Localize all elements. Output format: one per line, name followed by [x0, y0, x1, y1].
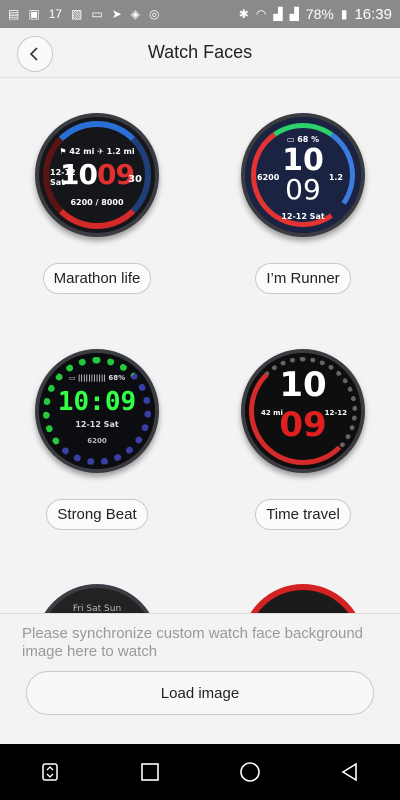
- system-nav-bar: [0, 744, 400, 800]
- watch-date-day: 12-12: [50, 168, 76, 177]
- image-icon: ▧: [71, 7, 83, 21]
- watch-face-label[interactable]: Strong Beat: [46, 499, 148, 530]
- watch-face-label[interactable]: I’m Runner: [255, 263, 351, 294]
- bluetooth-icon: ✱: [238, 7, 249, 21]
- status-icons-left: ▤ ▣ 17 ▧ ▭ ➤ ◈ ◎: [8, 8, 160, 20]
- status-bar: ▤ ▣ 17 ▧ ▭ ➤ ◈ ◎ ✱ ◠ ▟ ▟ 78% ▮ 16:39: [0, 0, 400, 28]
- watch-face-preview[interactable]: 10 09 42 mi 12-12: [241, 349, 365, 473]
- back-triangle-icon: [341, 762, 357, 782]
- watch-face-item[interactable]: ⚑ 42 mi ✈ 1.2 mi 1009 12-12 Sat 30 6200 /…: [7, 113, 187, 294]
- app-header: Watch Faces: [0, 28, 400, 78]
- watch-weekday-strip: Fri Sat Sun: [72, 604, 122, 613]
- watch-date: 12-12: [324, 409, 347, 417]
- watch-distance: 42 mi: [261, 409, 283, 417]
- watch-face-label[interactable]: Marathon life: [42, 263, 152, 294]
- watch-distance-line: ⚑ 42 mi ✈ 1.2 mi: [59, 147, 135, 156]
- status-clock: 16:39: [354, 5, 392, 23]
- wifi-icon: ◠: [255, 7, 267, 21]
- home-button[interactable]: [230, 752, 270, 792]
- watch-faces-grid[interactable]: ⚑ 42 mi ✈ 1.2 mi 1009 12-12 Sat 30 6200 /…: [0, 78, 400, 613]
- watch-face-preview-partial[interactable]: [241, 584, 365, 613]
- watch-steps: 6200 / 8000: [70, 198, 124, 207]
- sync-hint-text: Please synchronize custom watch face bac…: [22, 625, 364, 660]
- watch-face-item[interactable]: 10 09 42 mi 12-12 Time travel: [213, 349, 393, 530]
- watch-date: 12-12 Sat: [50, 168, 76, 188]
- watch-hour: 10: [279, 365, 327, 405]
- watch-steps: 6200: [87, 437, 107, 445]
- watch-face-item[interactable]: ▭ 68 % 10 09 6200 1.2 12-12 Sat I’m Runn…: [213, 113, 393, 294]
- home-square-icon: [141, 763, 159, 781]
- signal-icon: ▟: [273, 7, 283, 21]
- signal-icon-2: ▟: [289, 7, 299, 21]
- custom-background-panel: Please synchronize custom watch face bac…: [0, 613, 400, 744]
- back-nav-button[interactable]: [330, 752, 370, 792]
- watch-face-preview-partial[interactable]: Fri Sat Sun: [35, 584, 159, 613]
- watch-face-item[interactable]: ▭ ||||||||||| 68% 10:09 12-12 Sat 6200 S…: [7, 349, 187, 530]
- home-circle-icon: [240, 762, 260, 782]
- sync-icon: ◎: [149, 7, 160, 21]
- chevron-left-icon: [29, 47, 38, 61]
- gallery-icon: ▣: [28, 7, 40, 21]
- watch-face-preview[interactable]: ⚑ 42 mi ✈ 1.2 mi 1009 12-12 Sat 30 6200 /…: [35, 113, 159, 237]
- load-image-button[interactable]: Load image: [26, 671, 374, 715]
- cast-icon: ▭: [91, 7, 103, 21]
- message-icon: ▤: [8, 7, 20, 21]
- status-icons-right: ✱ ◠ ▟ ▟ 78% ▮ 16:39: [239, 6, 392, 23]
- back-button[interactable]: [17, 36, 53, 72]
- recent-apps-icon[interactable]: [30, 752, 70, 792]
- notification-count: 17: [48, 7, 63, 21]
- watch-time: 10:09: [57, 387, 137, 417]
- watch-date: 12-12 Sat: [75, 420, 119, 429]
- watch-battery: ▭ ||||||||||| 68%: [68, 374, 126, 382]
- watch-right-value: 1.2: [328, 173, 343, 182]
- watch-date: 12-12 Sat: [281, 212, 325, 221]
- page-title: Watch Faces: [147, 42, 253, 62]
- watch-face-preview[interactable]: ▭ 68 % 10 09 6200 1.2 12-12 Sat: [241, 113, 365, 237]
- watch-heart-rate: 30: [128, 174, 142, 185]
- recent-apps-glyph: [42, 763, 58, 781]
- battery-icon: ▮: [340, 7, 348, 21]
- watch-face-label[interactable]: Time travel: [255, 499, 351, 530]
- overview-button[interactable]: [130, 752, 170, 792]
- location-icon: ◈: [130, 7, 141, 21]
- watch-left-value: 6200: [257, 173, 280, 182]
- watch-date-weekday: Sat: [50, 178, 65, 187]
- battery-percent: 78%: [305, 6, 334, 22]
- navigation-icon: ➤: [111, 7, 122, 21]
- watch-face-preview[interactable]: ▭ ||||||||||| 68% 10:09 12-12 Sat 6200: [35, 349, 159, 473]
